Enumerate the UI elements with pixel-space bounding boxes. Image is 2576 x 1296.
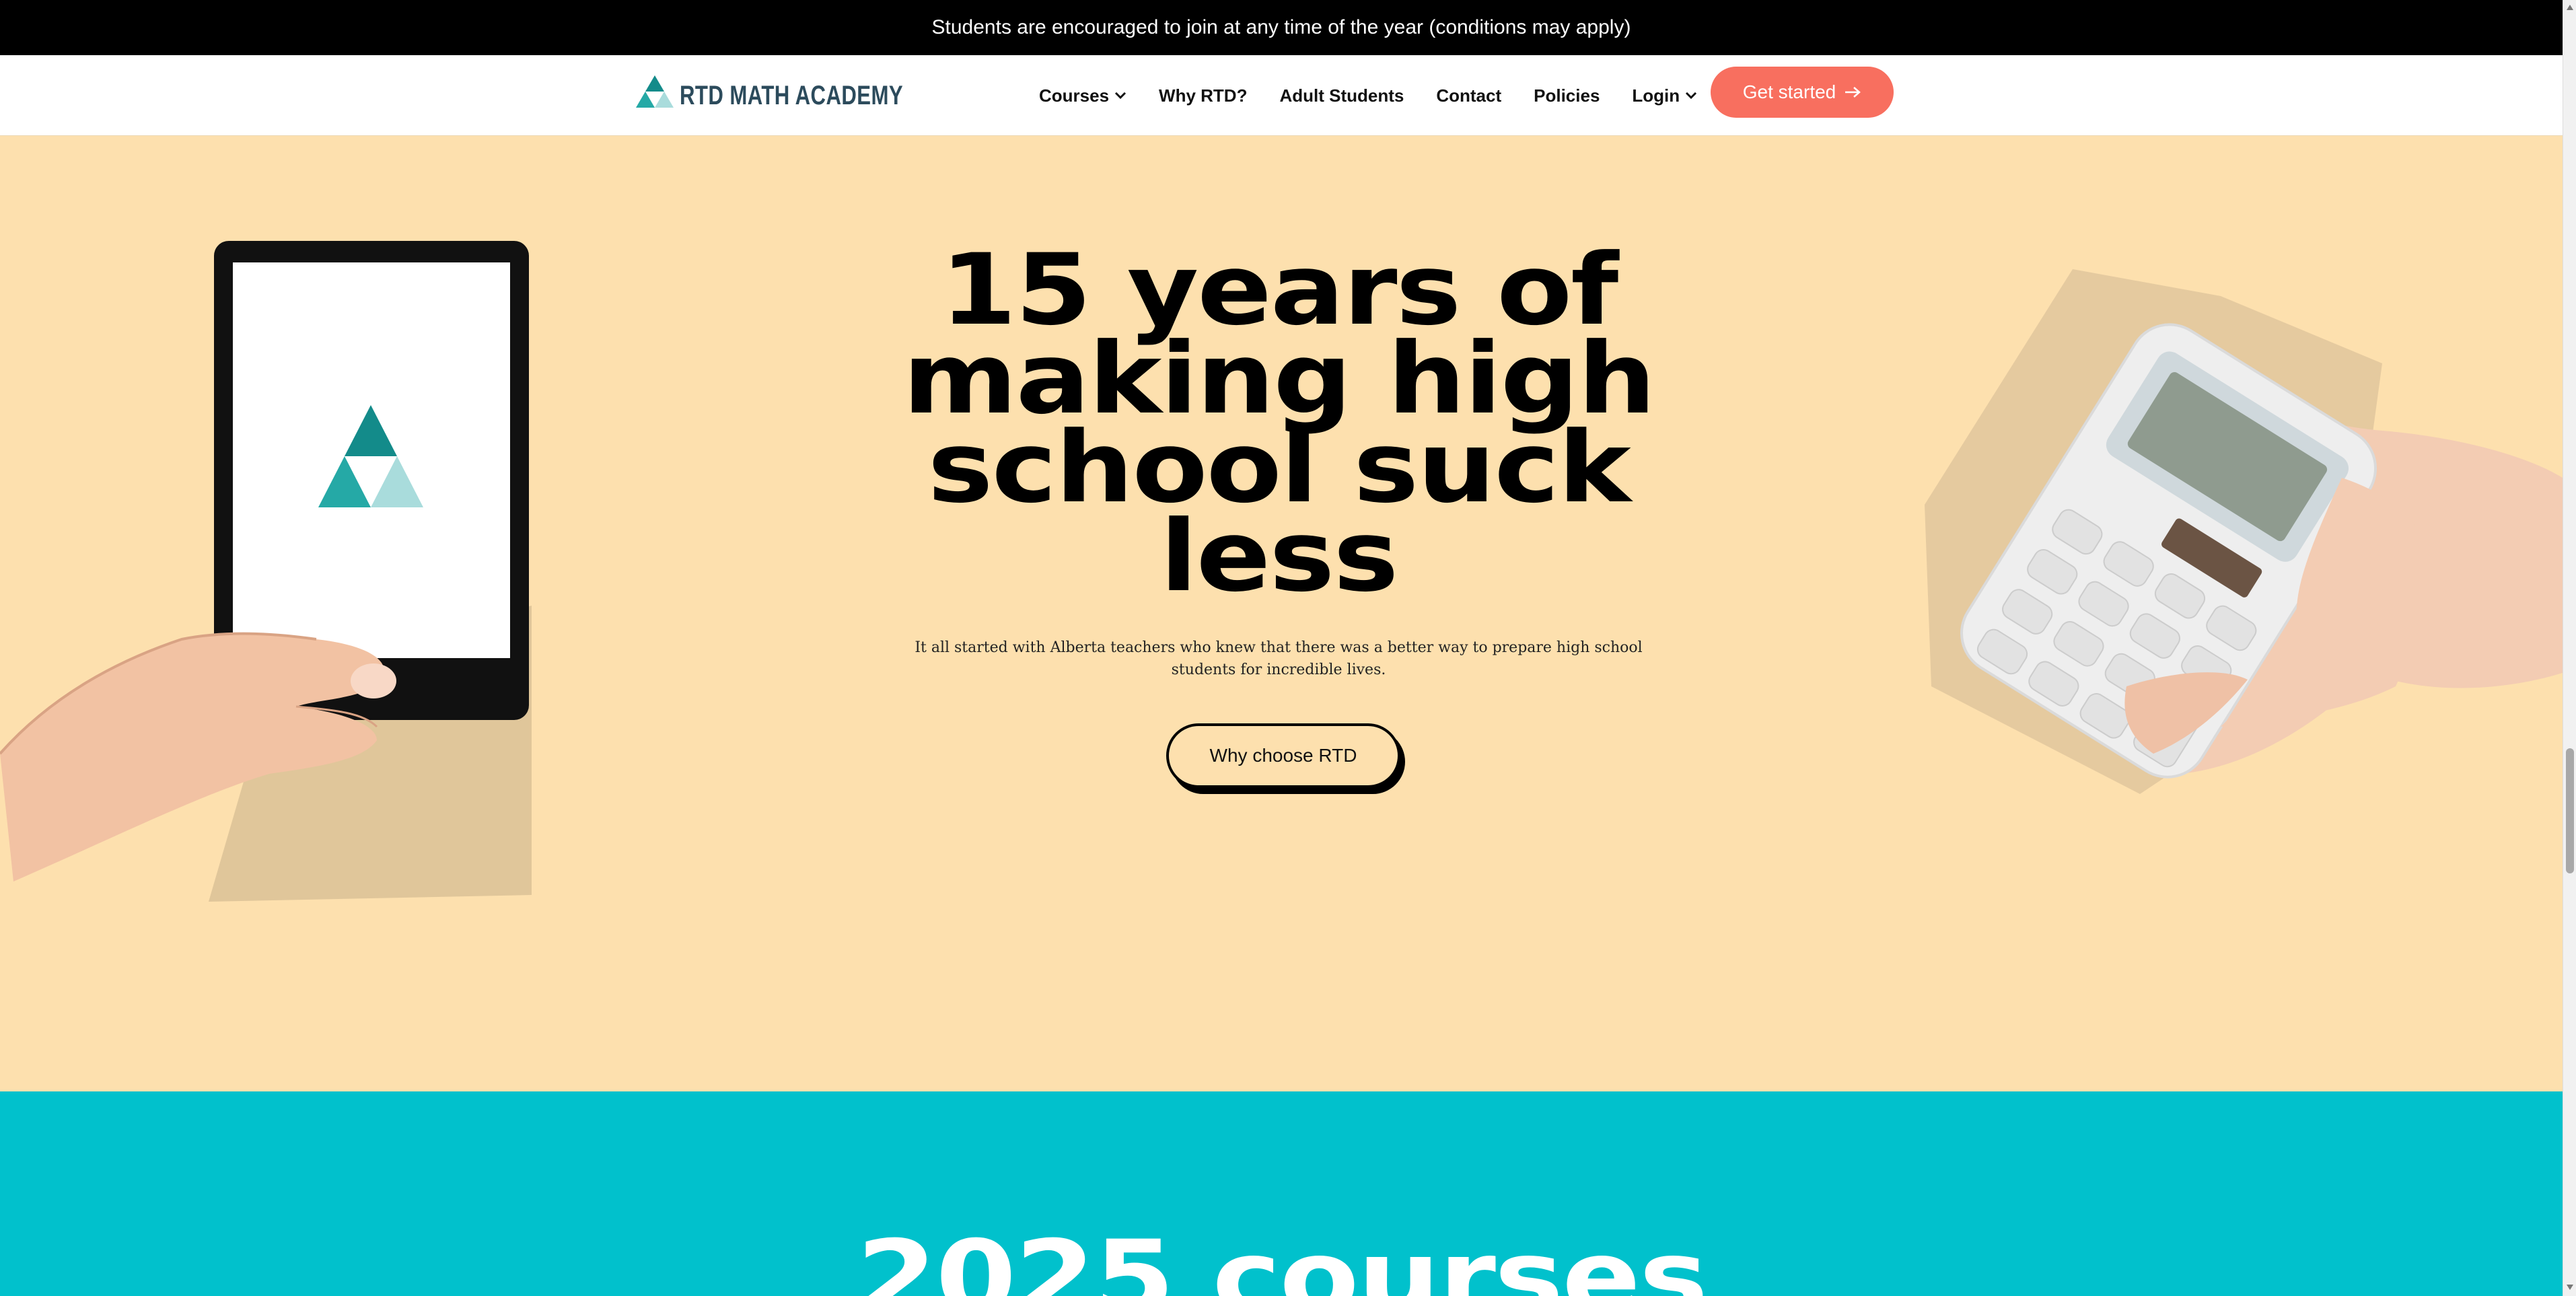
courses-section: 2025 courses (0, 1091, 2563, 1296)
why-choose-rtd-label: Why choose RTD (1209, 745, 1357, 766)
nav-item-label: Courses (1039, 85, 1110, 106)
nav-item-label: Login (1632, 85, 1680, 106)
announcement-text: Students are encouraged to join at any t… (931, 16, 1631, 38)
announcement-bar: Students are encouraged to join at any t… (0, 0, 2563, 55)
courses-title-text: 2025 courses (856, 1219, 1708, 1296)
nav-item-policies[interactable]: Policies (1534, 85, 1600, 106)
nav-item-login[interactable]: Login (1632, 85, 1697, 106)
courses-title: 2025 courses (0, 1219, 2563, 1296)
tablet-hand-illustration (0, 241, 532, 902)
get-started-button[interactable]: Get started (1711, 67, 1894, 118)
brand-logo[interactable]: RTD MATH ACADEMY (634, 70, 966, 121)
calculator-hand-illustration (1925, 269, 2563, 794)
nav-item-label: Policies (1534, 85, 1600, 106)
chevron-down-icon (1686, 92, 1697, 100)
scroll-down-icon[interactable] (2566, 1284, 2574, 1291)
site-header: RTD MATH ACADEMY Courses Why RTD? Adult … (0, 55, 2563, 136)
get-started-label: Get started (1742, 81, 1836, 102)
hero-title-line: less (1159, 499, 1399, 614)
why-choose-rtd-button[interactable]: Why choose RTD (1166, 723, 1400, 788)
scroll-up-icon[interactable] (2566, 4, 2574, 11)
hero-title: 15 years of making high school suck less (848, 241, 1709, 606)
nav-item-courses[interactable]: Courses (1039, 85, 1126, 106)
arrow-right-icon (1845, 87, 1861, 98)
triangle-logo-icon (636, 75, 674, 108)
nav-item-contact[interactable]: Contact (1436, 85, 1501, 106)
main-nav: Courses Why RTD? Adult Students Contact … (1039, 55, 1729, 136)
brand-name: RTD MATH ACADEMY (680, 80, 904, 110)
nav-item-adult-students[interactable]: Adult Students (1279, 85, 1404, 106)
scrollbar-thumb[interactable] (2566, 748, 2574, 873)
nav-item-label: Adult Students (1279, 85, 1404, 106)
nav-item-why-rtd[interactable]: Why RTD? (1159, 85, 1247, 106)
nav-item-label: Contact (1436, 85, 1502, 106)
chevron-down-icon (1114, 92, 1126, 100)
hero-subtitle: It all started with Alberta teachers who… (915, 639, 1643, 678)
page-scrollbar[interactable] (2563, 0, 2576, 1296)
nav-item-label: Why RTD? (1159, 85, 1248, 106)
